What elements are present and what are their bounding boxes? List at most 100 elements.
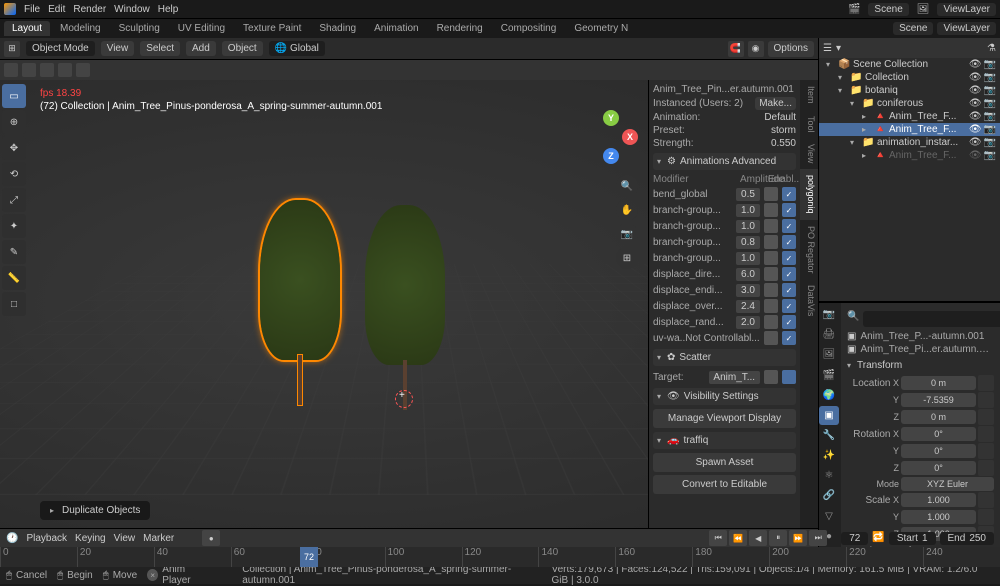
menu-help[interactable]: Help (158, 4, 179, 15)
breadcrumb-data[interactable]: Anim_Tree_Pi...er.autumn.001 (860, 344, 994, 355)
np-enable-3[interactable]: ✓ (782, 235, 796, 249)
outliner-row-1[interactable]: 📁Collection👁📷 (819, 71, 1000, 84)
lock-icon[interactable] (978, 375, 994, 391)
np-amp-2[interactable]: 1.0 (736, 220, 760, 233)
breadcrumb-object[interactable]: Anim_Tree_P...-autumn.001 (860, 331, 994, 342)
tl-view[interactable]: View (114, 533, 136, 544)
ptab-physics[interactable]: ⚛ (819, 466, 839, 485)
ws-tab-layout[interactable]: Layout (4, 21, 50, 36)
render-icon[interactable]: 📷 (984, 98, 996, 109)
chevron-icon[interactable] (847, 98, 859, 109)
rot-z[interactable]: 0° (901, 461, 976, 475)
render-icon[interactable]: 📷 (984, 85, 996, 96)
outliner[interactable]: ☰ ▾ ⚗ 📦Scene Collection👁📷📁Collection👁📷📁b… (819, 38, 1000, 301)
vp-menu-add[interactable]: Add (186, 41, 216, 56)
np-color-3[interactable] (764, 235, 778, 249)
loop-icon[interactable]: 🔁 (872, 532, 884, 545)
pause-icon[interactable]: ⏸ (769, 530, 787, 546)
np-enable-8[interactable]: ✓ (782, 315, 796, 329)
ws-tab-sculpting[interactable]: Sculpting (111, 21, 168, 36)
ntab-poregator[interactable]: PO Regator (800, 220, 818, 280)
np-amp-8[interactable]: 2.0 (736, 316, 760, 329)
convert-editable-btn[interactable]: Convert to Editable (653, 475, 796, 494)
np-amp-1[interactable]: 1.0 (736, 204, 760, 217)
tool-measure[interactable]: 📏 (2, 266, 26, 290)
outliner-row-0[interactable]: 📦Scene Collection👁📷 (819, 58, 1000, 71)
filter-icon[interactable]: ▾ (836, 43, 841, 54)
ntab-polygoniq[interactable]: polygoniq (800, 169, 818, 220)
viewlayer-field-2[interactable]: ViewLayer (937, 22, 996, 35)
np-color-9[interactable] (764, 331, 778, 345)
menu-window[interactable]: Window (114, 4, 150, 15)
ptab-scene[interactable]: 🎬 (819, 365, 839, 384)
np-color-0[interactable] (764, 187, 778, 201)
tree-selected[interactable] (260, 200, 340, 400)
funnel-icon[interactable]: ⚗ (987, 43, 996, 54)
eye-icon[interactable]: 👁 (969, 111, 982, 122)
autokey-toggle[interactable]: ● (202, 530, 220, 546)
vp-options[interactable]: Options (768, 41, 814, 57)
tool-addcube[interactable]: □ (2, 292, 26, 316)
chevron-icon[interactable] (835, 85, 847, 96)
outliner-row-3[interactable]: 📁coniferous👁📷 (819, 97, 1000, 110)
eye-icon[interactable]: 👁 (969, 137, 982, 148)
outliner-row-6[interactable]: 📁animation_instar...👁📷 (819, 136, 1000, 149)
shading-wire[interactable] (58, 63, 72, 77)
gizmo-z[interactable]: Z (603, 148, 619, 164)
playhead[interactable]: 72 (300, 547, 318, 567)
ws-tab-geonodes[interactable]: Geometry N (566, 21, 636, 36)
outliner-row-4[interactable]: 🔺Anim_Tree_F...👁📷 (819, 110, 1000, 123)
np-enable-1[interactable]: ✓ (782, 203, 796, 217)
eye-icon[interactable]: 👁 (969, 150, 982, 161)
eye-icon[interactable]: 👁 (969, 85, 982, 96)
ptab-particle[interactable]: ✨ (819, 446, 839, 465)
chevron-icon[interactable] (859, 124, 871, 135)
scene-field-2[interactable]: Scene (893, 22, 933, 35)
np-target-ico2[interactable] (782, 370, 796, 384)
np-color-2[interactable] (764, 219, 778, 233)
lock-icon[interactable] (978, 392, 994, 408)
orient-select[interactable]: 🌐 Global (269, 41, 325, 56)
np-color-8[interactable] (764, 315, 778, 329)
tool-transform[interactable]: ✦ (2, 214, 26, 238)
jump-start-icon[interactable]: ⏮ (709, 530, 727, 546)
snap-icon[interactable]: 🧲 (728, 41, 744, 57)
np-color-6[interactable] (764, 283, 778, 297)
lock-icon[interactable] (978, 443, 994, 459)
render-icon[interactable]: 📷 (984, 72, 996, 83)
rot-y[interactable]: 0° (901, 444, 976, 458)
np-amp-5[interactable]: 6.0 (736, 268, 760, 281)
chevron-icon[interactable] (859, 111, 871, 122)
loc-y[interactable]: -7.5359 (901, 393, 976, 407)
np-scatter[interactable]: Scatter (679, 352, 711, 363)
np-enable-6[interactable]: ✓ (782, 283, 796, 297)
eye-icon[interactable]: 👁 (969, 72, 982, 83)
gizmo-x[interactable]: X (622, 129, 638, 145)
nav-zoom[interactable]: 🔍 (616, 175, 638, 197)
make-single-btn[interactable]: Make... (755, 97, 796, 110)
chevron-icon[interactable] (823, 59, 835, 70)
loc-z[interactable]: 0 m (901, 410, 976, 424)
np-enable-9[interactable]: ✓ (782, 331, 796, 345)
chevron-icon[interactable] (835, 72, 847, 83)
ws-tab-modeling[interactable]: Modeling (52, 21, 109, 36)
render-icon[interactable]: 📷 (984, 137, 996, 148)
chevron-icon[interactable] (859, 150, 871, 161)
blender-logo[interactable] (4, 3, 16, 15)
ntab-tool[interactable]: Tool (800, 110, 818, 139)
gizmo-toggle[interactable] (22, 63, 36, 77)
scene-field[interactable]: Scene (868, 3, 908, 16)
ntab-item[interactable]: Item (800, 80, 818, 110)
ws-tab-texpaint[interactable]: Texture Paint (235, 21, 309, 36)
lock-icon[interactable] (978, 509, 994, 525)
ntab-view[interactable]: View (800, 138, 818, 169)
np-traffiq[interactable]: traffiq (683, 435, 708, 446)
np-color-5[interactable] (764, 267, 778, 281)
np-vis[interactable]: Visibility Settings (684, 391, 759, 402)
ptab-modifier[interactable]: 🔧 (819, 426, 839, 445)
np-amp-7[interactable]: 2.4 (736, 300, 760, 313)
manage-viewport-btn[interactable]: Manage Viewport Display (653, 409, 796, 428)
menu-file[interactable]: File (24, 4, 40, 15)
timeline-type-icon[interactable]: 🕐 (6, 533, 18, 544)
menu-edit[interactable]: Edit (48, 4, 65, 15)
